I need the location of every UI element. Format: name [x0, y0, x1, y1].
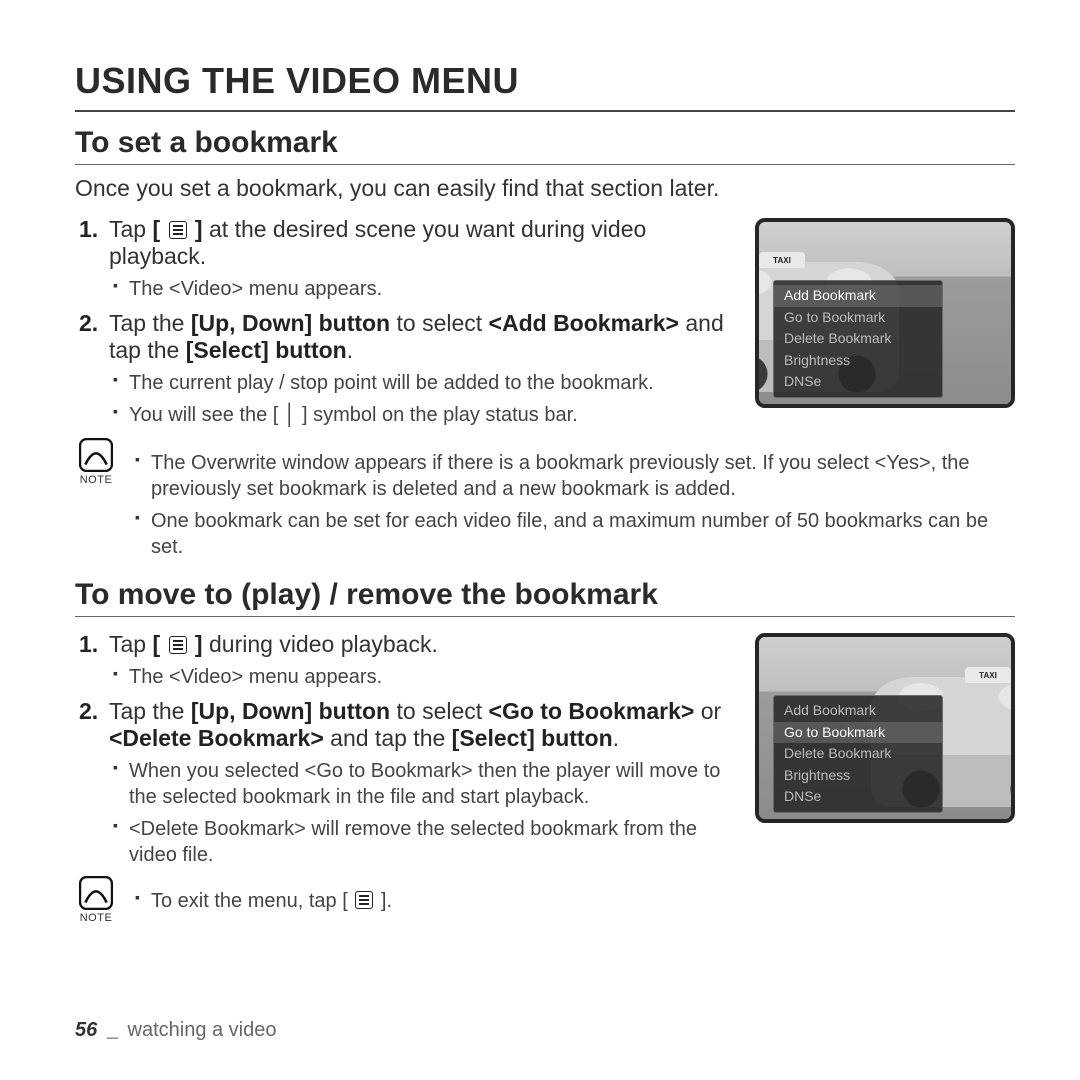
note-text: The Overwrite window appears if there is…	[131, 450, 1015, 502]
substep: The <Video> menu appears.	[109, 276, 735, 302]
menu-item: Delete Bookmark	[774, 328, 942, 350]
menu-icon	[169, 221, 187, 239]
menu-icon	[355, 891, 373, 909]
section-intro: Once you set a bookmark, you can easily …	[75, 175, 1015, 202]
note-icon: NOTE	[75, 876, 117, 924]
page-footer: 56 _ watching a video	[75, 1019, 276, 1042]
step: Tap the [Up, Down] button to select <Add…	[79, 310, 735, 428]
note-text: To exit the menu, tap [ ].	[131, 888, 1015, 914]
menu-item: Brightness	[774, 765, 942, 787]
step: Tap [ ] at the desired scene you want du…	[79, 216, 735, 302]
menu-item: DNSe	[774, 371, 942, 393]
menu-item-selected: Go to Bookmark	[774, 722, 942, 744]
menu-item: Brightness	[774, 350, 942, 372]
section-label: watching a video	[128, 1019, 277, 1041]
menu-item: Add Bookmark	[774, 700, 942, 722]
section-heading: To set a bookmark	[75, 126, 1015, 165]
note-text: One bookmark can be set for each video f…	[131, 508, 1015, 560]
note-icon: NOTE	[75, 438, 117, 486]
substep: You will see the [ │ ] symbol on the pla…	[109, 402, 735, 428]
video-menu-overlay: Add Bookmark Go to Bookmark Delete Bookm…	[773, 695, 943, 813]
page-title: USING THE VIDEO MENU	[75, 60, 1015, 112]
device-illustration: TAXI Add Bookmark Go to Bookmark Delete …	[755, 218, 1015, 408]
menu-item-selected: Add Bookmark	[774, 285, 942, 307]
step: Tap [ ] during video playback. The <Vide…	[79, 631, 735, 690]
menu-item: DNSe	[774, 786, 942, 808]
menu-item: Go to Bookmark	[774, 307, 942, 329]
menu-icon	[169, 636, 187, 654]
substep: When you selected <Go to Bookmark> then …	[109, 758, 735, 810]
device-illustration: TAXI Add Bookmark Go to Bookmark Delete …	[755, 633, 1015, 823]
substep: The <Video> menu appears.	[109, 664, 735, 690]
step: Tap the [Up, Down] button to select <Go …	[79, 698, 735, 868]
page-number: 56	[75, 1019, 97, 1041]
video-menu-overlay: Add Bookmark Go to Bookmark Delete Bookm…	[773, 280, 943, 398]
section-heading: To move to (play) / remove the bookmark	[75, 578, 1015, 617]
bookmark-symbol: │	[284, 402, 297, 428]
substep: The current play / stop point will be ad…	[109, 370, 735, 396]
substep: <Delete Bookmark> will remove the select…	[109, 816, 735, 868]
menu-item: Delete Bookmark	[774, 743, 942, 765]
